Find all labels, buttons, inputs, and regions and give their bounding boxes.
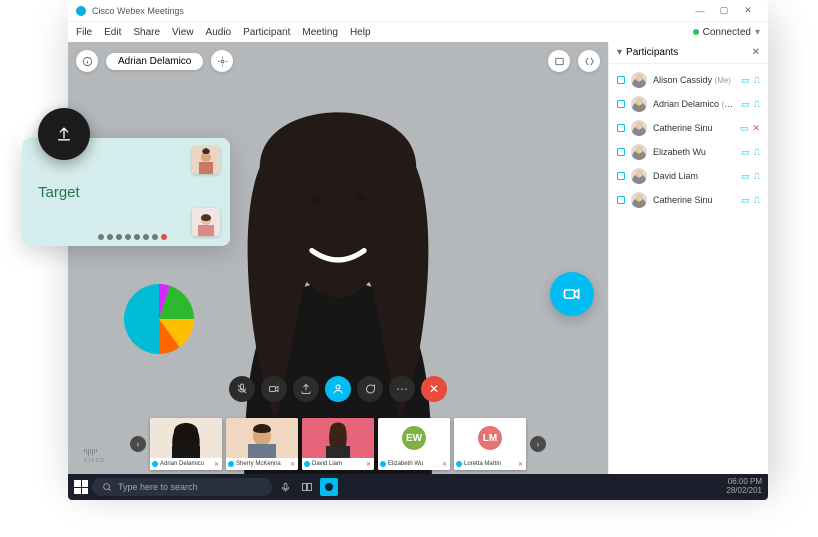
menu-meeting[interactable]: Meeting: [302, 27, 338, 38]
thumb-prev-button[interactable]: ‹: [130, 436, 146, 452]
video-button[interactable]: [261, 376, 287, 402]
mic-status-icon: ⎍: [754, 75, 760, 86]
device-icon: [617, 196, 625, 204]
menu-audio[interactable]: Audio: [206, 27, 232, 38]
device-icon: [617, 124, 625, 132]
avatar: [631, 120, 647, 136]
taskbar-search[interactable]: Type here to search: [92, 478, 272, 496]
panel-close-button[interactable]: ✕: [752, 47, 760, 58]
participant-row-2[interactable]: Catherine Sinu ▭✕: [609, 116, 768, 140]
maximize-button[interactable]: ▢: [712, 5, 736, 16]
connection-status: Connected ▾: [693, 27, 760, 38]
mic-status-icon: ✕: [752, 123, 760, 134]
avatar: [631, 72, 647, 88]
participant-row-3[interactable]: Elizabeth Wu ▭⎍: [609, 140, 768, 164]
share-pagination-dots[interactable]: [98, 234, 167, 240]
device-icon: [617, 172, 625, 180]
video-fab-button[interactable]: [550, 272, 594, 316]
mic-status-icon: ⎍: [754, 147, 760, 158]
webex-taskbar-icon[interactable]: [320, 478, 338, 496]
webex-logo-icon: [76, 6, 86, 16]
system-clock[interactable]: 06:00 PM 28/02/201: [726, 478, 762, 496]
thumbnail-4[interactable]: LMLoretta Martin✕: [454, 418, 526, 470]
participants-button[interactable]: [325, 376, 351, 402]
panel-chevron-icon[interactable]: ▾: [617, 47, 622, 58]
minimize-button[interactable]: —: [688, 6, 712, 16]
device-icon: [617, 148, 625, 156]
connected-label: Connected: [703, 27, 751, 38]
app-title: Cisco Webex Meetings: [92, 6, 184, 16]
share-button[interactable]: [293, 376, 319, 402]
menu-participant[interactable]: Participant: [243, 27, 290, 38]
menubar: File Edit Share View Audio Participant M…: [68, 22, 768, 42]
device-icon: [617, 76, 625, 84]
chat-button[interactable]: [357, 376, 383, 402]
participants-panel: ▾ Participants ✕ Alison Cassidy (Me)▭⎍Ad…: [608, 42, 768, 480]
thumbnail-strip: ‹ Adrian Delamico✕Sherry McKenna✕David L…: [68, 418, 608, 470]
info-button[interactable]: [76, 50, 98, 72]
mic-status-icon: ⎍: [754, 195, 760, 206]
share-thumb-2: [192, 208, 220, 236]
search-icon: [102, 482, 112, 492]
thumb-next-button[interactable]: ›: [530, 436, 546, 452]
video-status-icon: ▭: [741, 195, 750, 206]
active-speaker-video: [68, 42, 608, 480]
menu-edit[interactable]: Edit: [104, 27, 121, 38]
upload-icon: [54, 124, 74, 144]
more-button[interactable]: ⋯: [389, 376, 415, 402]
video-status-icon: ▭: [740, 123, 749, 134]
mic-status-icon: ⎍: [754, 171, 760, 182]
windows-taskbar: Type here to search 06:00 PM 28/02/201: [68, 474, 768, 500]
cisco-watermark: cisco: [84, 449, 105, 464]
video-status-icon: ▭: [741, 171, 750, 182]
layout-grid-button[interactable]: [578, 50, 600, 72]
share-thumb-1: [192, 146, 220, 174]
video-status-icon: ▭: [741, 99, 750, 110]
connected-dot-icon: [693, 29, 699, 35]
thumbnail-3[interactable]: EWElizabeth Wu✕: [378, 418, 450, 470]
menu-share[interactable]: Share: [133, 27, 160, 38]
active-speaker-name: Adrian Delamico: [106, 53, 203, 70]
mic-status-icon: ⎍: [754, 99, 760, 110]
control-bar: ⋯ ✕: [229, 376, 447, 402]
avatar: [631, 96, 647, 112]
thumbnail-0[interactable]: Adrian Delamico✕: [150, 418, 222, 470]
video-status-icon: ▭: [741, 147, 750, 158]
layout-fullscreen-button[interactable]: [548, 50, 570, 72]
device-icon: [617, 100, 625, 108]
menu-file[interactable]: File: [76, 27, 92, 38]
participant-row-1[interactable]: Adrian Delamico (Host)▭⎍: [609, 92, 768, 116]
cortana-mic-icon[interactable]: [276, 478, 294, 496]
menu-view[interactable]: View: [172, 27, 194, 38]
participant-list: Alison Cassidy (Me)▭⎍Adrian Delamico (Ho…: [609, 64, 768, 216]
search-placeholder: Type here to search: [118, 482, 198, 492]
pin-button[interactable]: [211, 50, 233, 72]
participant-row-5[interactable]: Catherine Sinu ▭⎍: [609, 188, 768, 212]
close-window-button[interactable]: ✕: [736, 5, 760, 16]
avatar: [631, 192, 647, 208]
mute-button[interactable]: [229, 376, 255, 402]
avatar: [631, 144, 647, 160]
connection-chevron-icon[interactable]: ▾: [755, 27, 760, 38]
leave-button[interactable]: ✕: [421, 376, 447, 402]
task-view-icon[interactable]: [298, 478, 316, 496]
thumbnail-1[interactable]: Sherry McKenna✕: [226, 418, 298, 470]
panel-title: Participants: [626, 47, 678, 58]
start-button[interactable]: [74, 480, 88, 494]
target-pie-chart: [124, 284, 194, 354]
video-status-icon: ▭: [741, 75, 750, 86]
participant-row-0[interactable]: Alison Cassidy (Me)▭⎍: [609, 68, 768, 92]
main-video: Adrian Delamico: [68, 42, 608, 480]
titlebar: Cisco Webex Meetings — ▢ ✕: [68, 0, 768, 22]
avatar: [631, 168, 647, 184]
participant-row-4[interactable]: David Liam ▭⎍: [609, 164, 768, 188]
thumbnail-2[interactable]: David Liam✕: [302, 418, 374, 470]
menu-help[interactable]: Help: [350, 27, 371, 38]
upload-fab-button[interactable]: [38, 108, 90, 160]
share-card-label: Target: [38, 184, 80, 201]
